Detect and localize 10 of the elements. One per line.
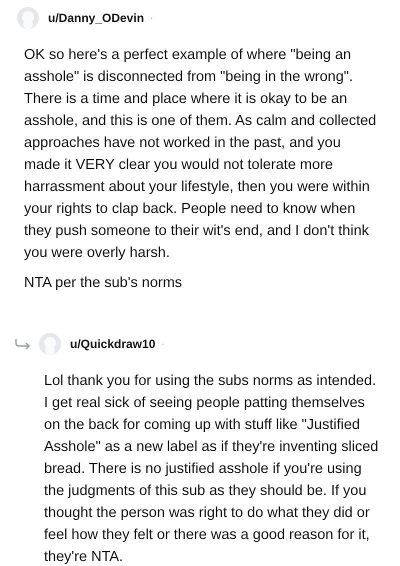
- separator-dot: ·: [150, 12, 154, 26]
- comment-text: NTA per the sub's norms: [24, 274, 184, 293]
- avatar-icon: [16, 6, 40, 30]
- separator-dot: ·: [161, 338, 165, 352]
- reply-arrow-icon: [14, 338, 32, 350]
- comment-text: Lol thank you for using the subs norms as intended. I get real sick of seeing people patting themselves on the back for coming up with stuff like "Justified Asshole" as a new label as if they're inventing sliced bread. There is no justified asshole if you're using the judgments of this sub as they should be. If you thought the person was right to do what they did or feel how they felt or there was a good reason for it, they're NTA.: [44, 372, 380, 566]
- username[interactable]: u/Danny_ODevin: [48, 9, 144, 27]
- avatar-icon: [38, 332, 62, 356]
- comment-text: OK so here's a perfect example of where "being an asshole" is disconnected from "being in the wrong". There is a time and place where it is okay to be an asshole, and this is one of them. As calm and collected approaches have not worked in the past, and you made it VERY clear you would not tolerate more harrassment about your lifestyle, then you were within your rights to clap back. People need to know when they push someone to their wit's end, and I don't think you were overly harsh.: [24, 46, 378, 263]
- username[interactable]: u/Quickdraw10: [70, 335, 156, 353]
